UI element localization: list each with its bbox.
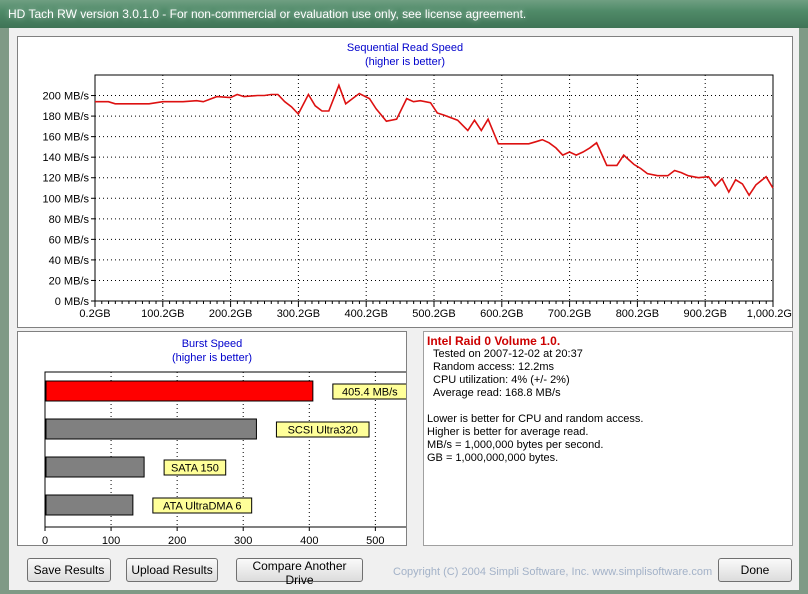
x-tick-label: 200.2GB [209,308,252,320]
burst-bar-label: SATA 150 [171,463,219,475]
note-gb-definition: GB = 1,000,000,000 bytes. [427,452,559,464]
test-date: Tested on 2007-12-02 at 20:37 [433,348,583,360]
burst-bar-label: ATA UltraDMA 6 [163,501,241,513]
average-read: Average read: 168.8 MB/s [433,387,561,399]
burst-speed-chart: 0 100 200 300 400 500 405.4 MB/s SCSI Ultra320 S… [42,371,406,545]
burst-bar [45,456,145,478]
cpu-utilization: CPU utilization: 4% (+/- 2%) [433,374,570,386]
note-lower-better: Lower is better for CPU and random acces… [427,413,644,425]
save-results-button[interactable]: Save Results [27,558,111,582]
x-tick-label: 700.2GB [548,308,591,320]
compare-another-drive-button[interactable]: Compare Another Drive [236,558,363,587]
note-higher-better: Higher is better for average read. [427,426,589,438]
x-tick-label: 1,000.2GB [747,308,792,320]
y-tick-label: 0 MB/s [55,296,90,308]
x-tick-label: 900.2GB [683,308,726,320]
burst-x-tick-label: 300 [234,535,252,545]
burst-bar-label: SCSI Ultra320 [288,425,358,437]
burst-x-tick-label: 400 [300,535,318,545]
burst-bar [45,418,257,440]
x-tick-label: 100.2GB [141,308,184,320]
x-tick-label: 500.2GB [412,308,455,320]
y-tick-label: 20 MB/s [49,275,90,287]
y-tick-label: 200 MB/s [43,91,90,103]
y-tick-label: 120 MB/s [43,173,90,185]
upload-results-button[interactable]: Upload Results [126,558,218,582]
random-access: Random access: 12.2ms [433,361,555,373]
y-tick-label: 60 MB/s [49,234,90,246]
burst-bar-label: 405.4 MB/s [342,387,398,399]
y-tick-label: 160 MB/s [43,132,90,144]
title-bar[interactable]: HD Tach RW version 3.0.1.0 - For non-com… [0,0,808,28]
burst-x-tick-label: 500 [366,535,384,545]
drive-info-panel: Intel Raid 0 Volume 1.0. Tested on 2007-… [423,331,793,546]
y-tick-label: 140 MB/s [43,152,90,164]
y-tick-label: 180 MB/s [43,111,90,123]
burst-x-tick-label: 0 [42,535,48,545]
y-tick-label: 100 MB/s [43,193,90,205]
burst-bar [45,380,314,402]
burst-speed-panel: Burst Speed (higher is better) 0 100 200 30… [17,331,407,546]
copyright-text: Copyright (C) 2004 Simpli Software, Inc.… [393,566,713,578]
done-button[interactable]: Done [718,558,792,582]
note-mbs-definition: MB/s = 1,000,000 bytes per second. [427,439,604,451]
burst-x-tick-label: 100 [102,535,120,545]
main-window: Sequential Read Speed (higher is better)… [9,28,799,590]
x-tick-label: 400.2GB [344,308,387,320]
x-tick-label: 300.2GB [277,308,320,320]
y-tick-label: 80 MB/s [49,214,90,226]
y-tick-label: 40 MB/s [49,255,90,267]
sequential-read-chart: 0 MB/s 20 MB/s 40 MB/s 60 MB/s 80 MB/s 100 MB… [43,74,792,320]
burst-bar [45,494,134,516]
drive-name: Intel Raid 0 Volume 1.0. [427,334,561,348]
window-title: HD Tach RW version 3.0.1.0 - For non-com… [8,7,527,21]
x-tick-label: 800.2GB [616,308,659,320]
burst-x-tick-label: 200 [168,535,186,545]
x-tick-label: 0.2GB [79,308,110,320]
x-tick-label: 600.2GB [480,308,523,320]
sequential-read-panel: Sequential Read Speed (higher is better)… [17,36,793,328]
